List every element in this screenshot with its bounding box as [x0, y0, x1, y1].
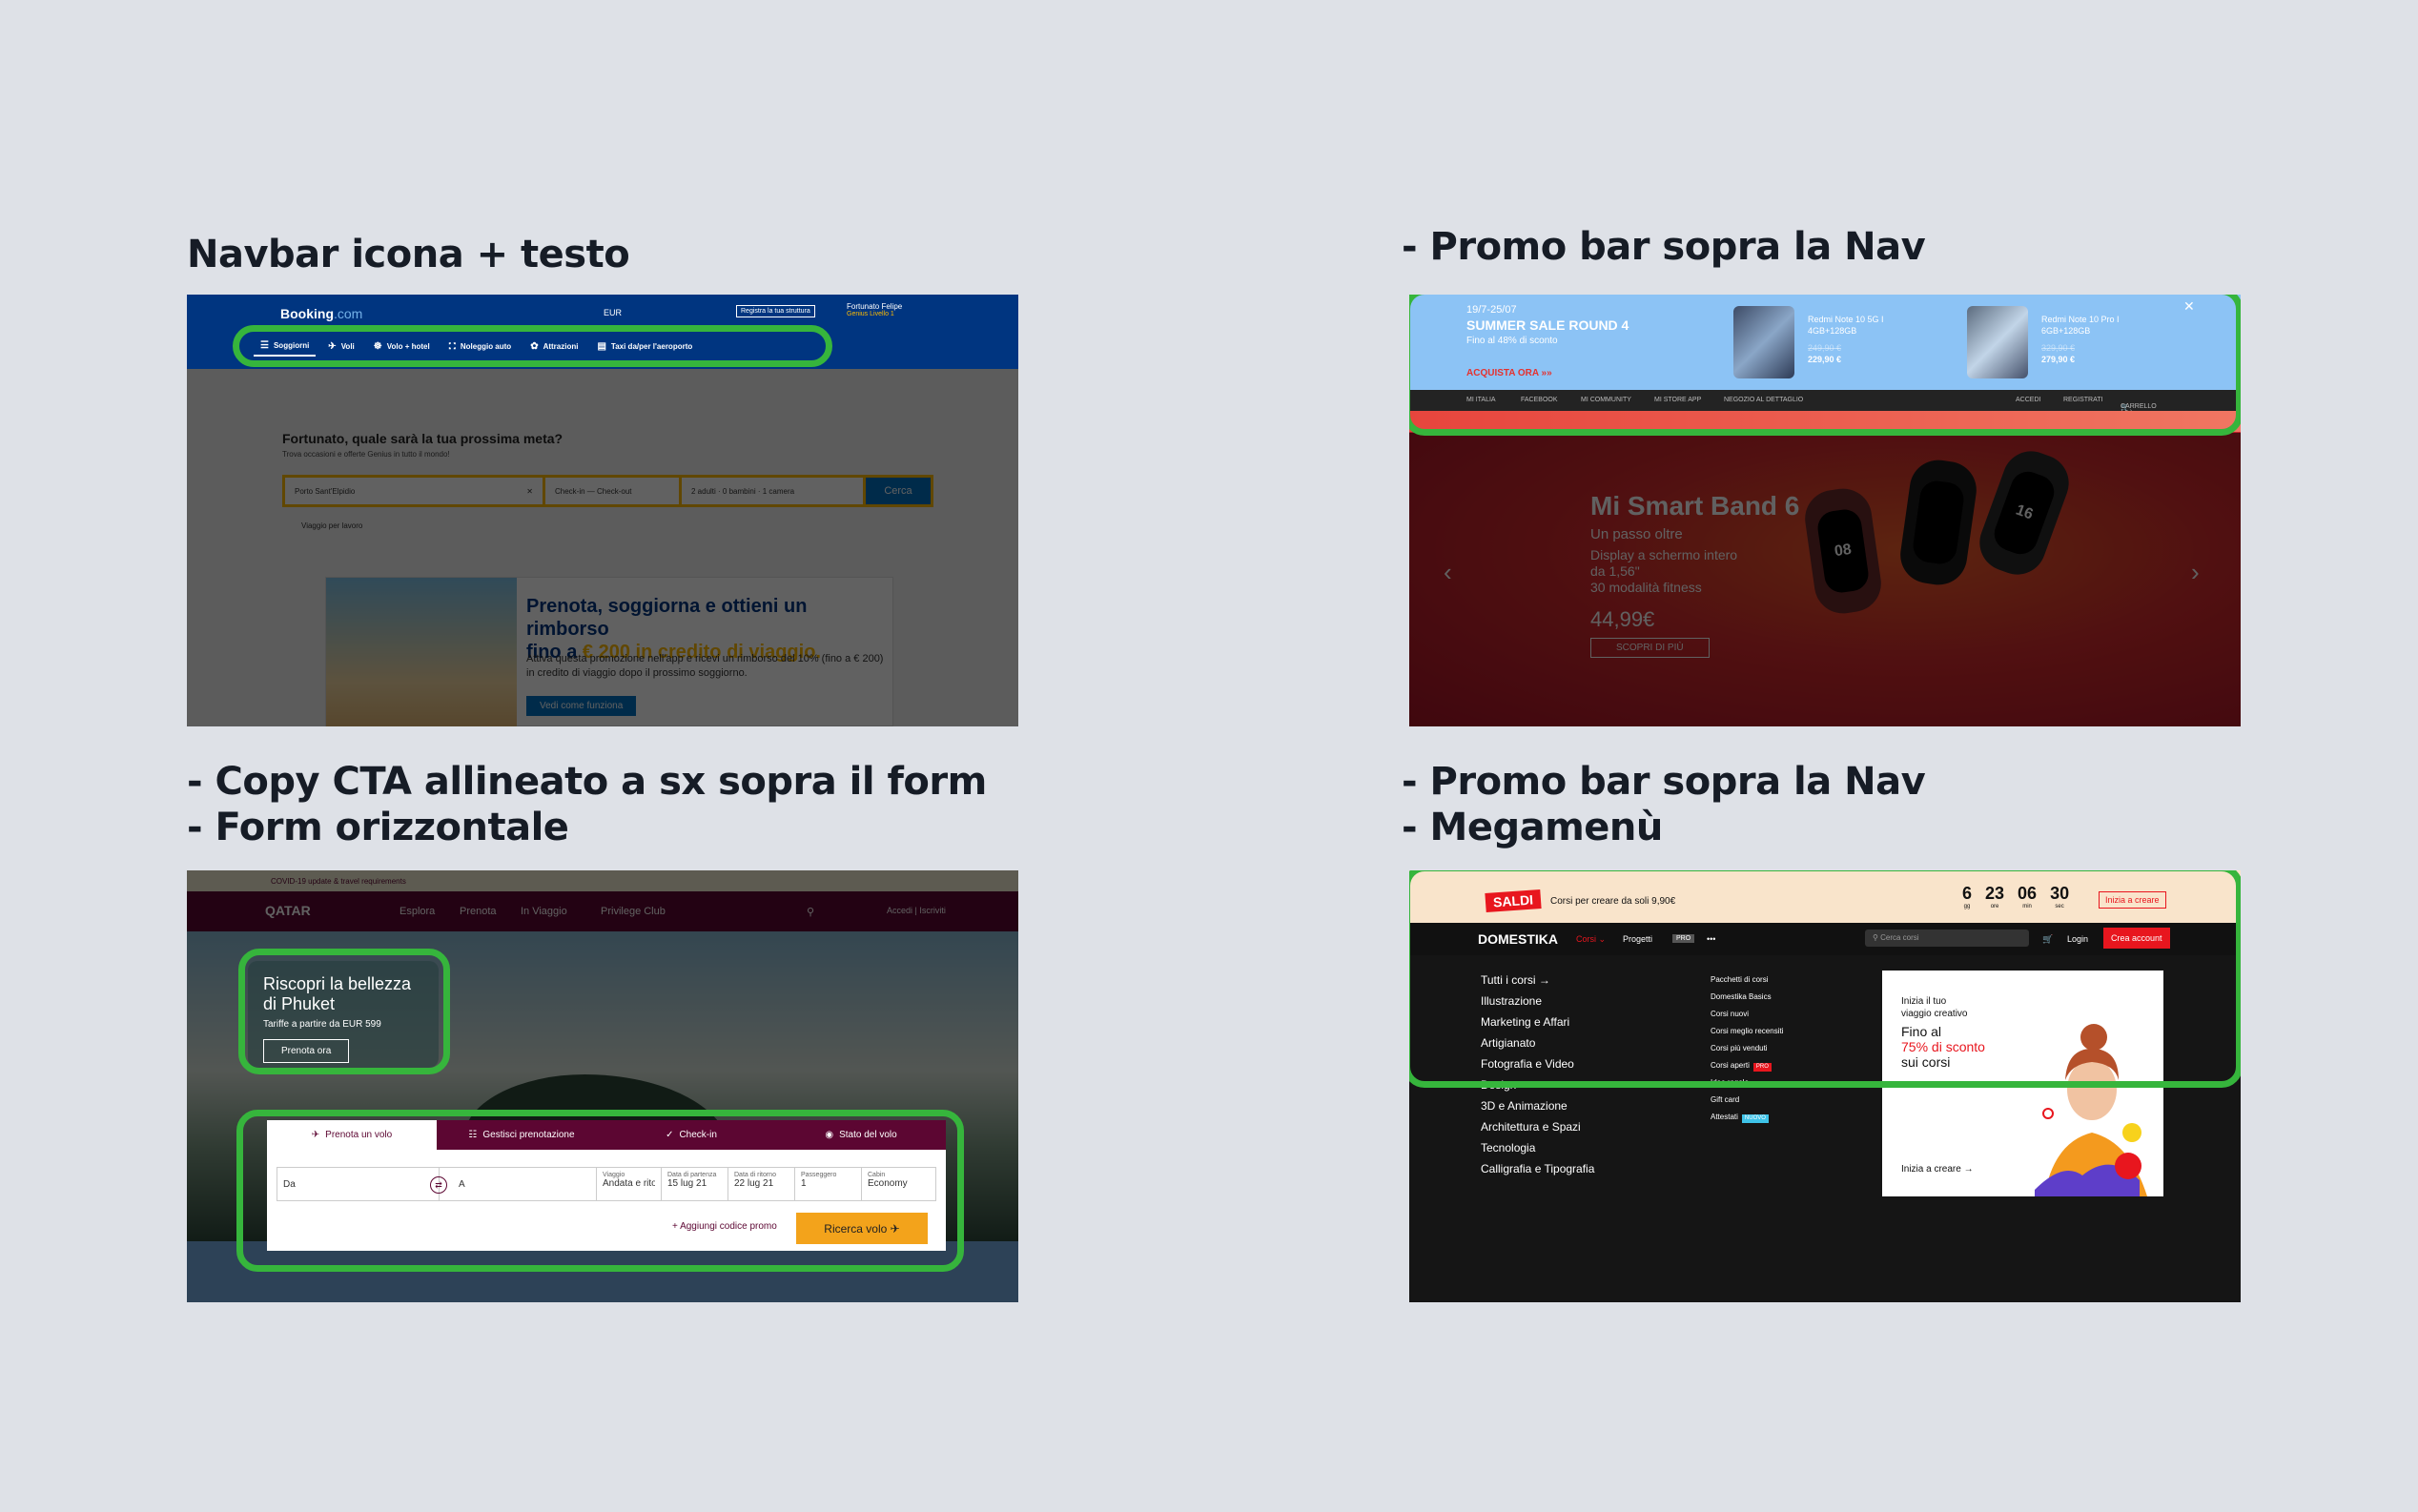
work-trip-checkbox[interactable]: Viaggio per lavoro — [301, 521, 362, 530]
mi-screenshot: 19/7-25/07 SUMMER SALE ROUND 4 Fino al 4… — [1409, 295, 2241, 726]
highlight-frame — [233, 325, 832, 367]
nav-item[interactable]: Privilege Club — [601, 906, 666, 917]
nav-item[interactable]: Prenota — [460, 906, 497, 917]
highlight-frame — [238, 949, 450, 1074]
hero-price: 44,99€ — [1590, 607, 1655, 631]
promo-body: Attiva questa promozione nell'app e rice… — [526, 653, 884, 679]
nav-item[interactable]: In Viaggio — [521, 906, 567, 917]
menu-item[interactable]: Calligrafia e Tipografia — [1481, 1158, 1594, 1179]
card-cta[interactable]: Inizia a creare → — [1901, 1164, 1974, 1175]
booking-logo: Booking.com — [280, 306, 363, 321]
qatar-logo[interactable]: QATAR — [265, 903, 311, 918]
date-input[interactable]: Check-in — Check-out — [545, 478, 679, 504]
covid-banner[interactable]: COVID-19 update & travel requirements — [187, 870, 1018, 891]
clear-icon[interactable]: ✕ — [526, 487, 533, 496]
domestika-screenshot: SALDI Corsi per creare da soli 9,90€ 6 gg… — [1409, 870, 2241, 1302]
mi-section-title: - Promo bar sopra la Nav — [1402, 225, 1926, 269]
qatar-nav: QATAR Esplora Prenota In Viaggio Privile… — [187, 891, 1018, 931]
menu-item[interactable]: 3D e Animazione — [1481, 1095, 1594, 1116]
booking-promo-banner: Prenota, soggiorna e ottieni un rimborso… — [325, 577, 893, 726]
qatar-section-title: - Copy CTA allineato a sx sopra il form … — [187, 760, 987, 849]
highlight-frame — [1409, 295, 2241, 436]
genius-level: Genius Livello 1 — [847, 311, 894, 317]
guests-input[interactable]: 2 adulti · 0 bambini · 1 camera — [682, 478, 863, 504]
booking-subtitle: Trova occasioni e offerte Genius in tutt… — [282, 450, 450, 459]
search-icon[interactable]: ⚲ — [807, 906, 814, 918]
hero-subtitle: Un passo oltre — [1590, 526, 1683, 542]
menu-item[interactable]: Attestati NUOVO — [1711, 1109, 1783, 1126]
hero-button[interactable]: SCOPRI DI PIÙ — [1590, 638, 1710, 658]
menu-item[interactable]: Gift card — [1711, 1092, 1783, 1109]
menu-item[interactable]: Architettura e Spazi — [1481, 1116, 1594, 1137]
login-link[interactable]: Accedi | Iscriviti — [887, 906, 946, 915]
user-menu[interactable]: Fortunato Felipe Genius Livello 1 — [847, 302, 902, 317]
booking-screenshot: Booking.com EUR Registra la tua struttur… — [187, 295, 1018, 726]
chevron-left-icon[interactable]: ‹ — [1444, 558, 1452, 587]
menu-item[interactable]: Tecnologia — [1481, 1137, 1594, 1158]
highlight-frame — [1409, 870, 2241, 1088]
destination-input[interactable]: Porto Sant'Elpidio ✕ — [285, 478, 543, 504]
nav-item[interactable]: Esplora — [400, 906, 435, 917]
booking-section-title: Navbar icona + testo — [187, 233, 630, 276]
currency-selector[interactable]: EUR — [604, 308, 622, 317]
band-image: 16 — [1971, 442, 2078, 583]
user-name: Fortunato Felipe — [847, 302, 903, 311]
promo-button[interactable]: Vedi come funziona — [526, 696, 637, 716]
hero-description: Display a schermo intero da 1,56" 30 modal… — [1590, 547, 1738, 595]
new-badge: NUOVO — [1741, 1114, 1769, 1123]
register-property-button[interactable]: Registra la tua struttura — [736, 305, 815, 317]
hero-title: Mi Smart Band 6 — [1590, 491, 1800, 521]
band-image — [1896, 456, 1980, 589]
mi-hero: Mi Smart Band 6 Un passo oltre Display a… — [1409, 432, 2241, 726]
qatar-screenshot: COVID-19 update & travel requirements QA… — [187, 870, 1018, 1302]
booking-question: Fortunato, quale sarà la tua prossima me… — [282, 431, 564, 446]
domestika-section-title: - Promo bar sopra la Nav - Megamenù — [1402, 760, 1926, 849]
promo-image — [326, 578, 517, 726]
highlight-frame — [236, 1110, 964, 1272]
chevron-right-icon[interactable]: › — [2191, 558, 2200, 587]
band-image: 08 — [1801, 484, 1885, 618]
search-button[interactable]: Cerca — [866, 478, 931, 504]
booking-search-form: Porto Sant'Elpidio ✕ Check-in — Check-out… — [282, 475, 933, 507]
